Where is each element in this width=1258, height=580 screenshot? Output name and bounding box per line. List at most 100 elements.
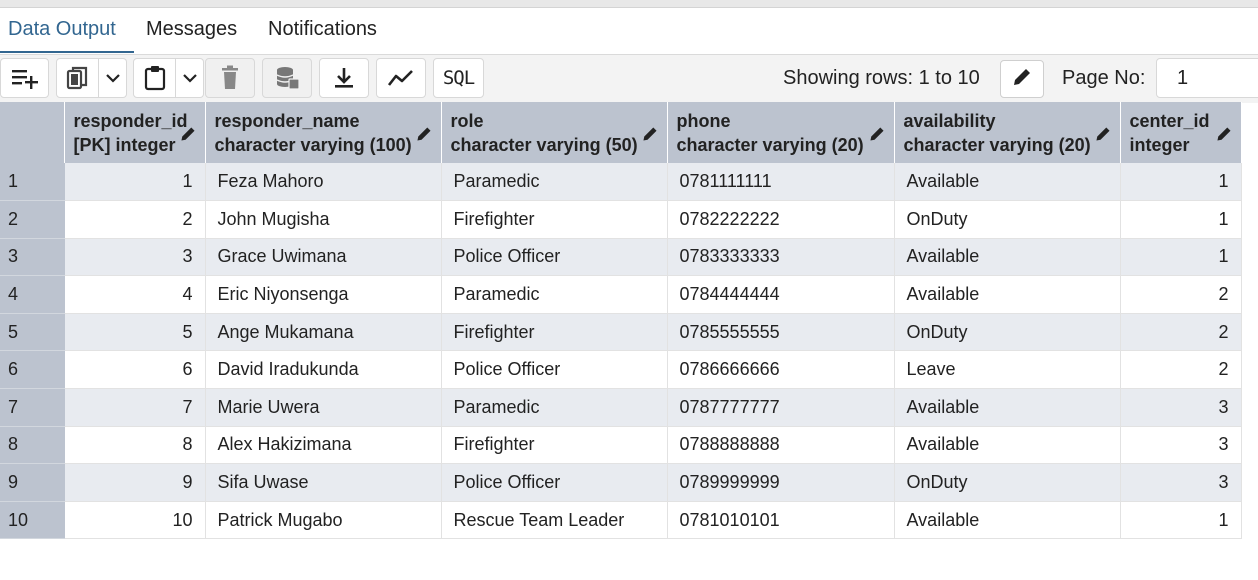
row-number[interactable]: 7: [0, 388, 65, 427]
cell-responder-name[interactable]: Sifa Uwase: [205, 463, 442, 502]
cell-responder-id[interactable]: 10: [64, 501, 206, 540]
row-number[interactable]: 1: [0, 163, 65, 202]
cell-responder-id[interactable]: 4: [64, 275, 206, 314]
cell-role[interactable]: Paramedic: [441, 388, 668, 427]
cell-responder-name[interactable]: Feza Mahoro: [205, 163, 442, 202]
cell-phone[interactable]: 0787777777: [667, 388, 895, 427]
cell-availability[interactable]: OnDuty: [894, 313, 1121, 352]
cell-center-id[interactable]: 2: [1120, 350, 1242, 390]
cell-role[interactable]: Police Officer: [441, 238, 668, 277]
column-header-role[interactable]: role character varying (50): [441, 102, 668, 163]
page-number-input[interactable]: [1156, 58, 1258, 98]
cell-phone[interactable]: 0786666666: [667, 350, 895, 390]
graph-visualiser-button[interactable]: [376, 58, 426, 98]
cell-center-id[interactable]: 2: [1120, 313, 1242, 352]
save-data-button[interactable]: [262, 58, 312, 98]
cell-responder-name[interactable]: Grace Uwimana: [205, 238, 442, 277]
cell-availability[interactable]: OnDuty: [894, 463, 1121, 502]
cell-availability[interactable]: Available: [894, 163, 1121, 202]
cell-responder-name[interactable]: Marie Uwera: [205, 388, 442, 427]
cell-availability[interactable]: Available: [894, 275, 1121, 314]
cell-role[interactable]: Paramedic: [441, 275, 668, 314]
edit-rows-button[interactable]: [1000, 60, 1044, 98]
cell-role[interactable]: Firefighter: [441, 313, 668, 352]
row-number[interactable]: 3: [0, 238, 65, 277]
cell-role[interactable]: Paramedic: [441, 163, 668, 202]
cell-role[interactable]: Firefighter: [441, 426, 668, 465]
cell-responder-id[interactable]: 2: [64, 200, 206, 239]
cell-role[interactable]: Police Officer: [441, 463, 668, 502]
paste-button[interactable]: [133, 58, 176, 98]
cell-availability[interactable]: Available: [894, 388, 1121, 427]
cell-responder-name[interactable]: David Iradukunda: [205, 350, 442, 390]
cell-availability[interactable]: Available: [894, 238, 1121, 277]
cell-phone[interactable]: 0781111111: [667, 163, 895, 202]
row-number[interactable]: 10: [0, 501, 65, 540]
cell-center-id[interactable]: 3: [1120, 463, 1242, 502]
cell-center-id[interactable]: 1: [1120, 238, 1242, 277]
cell-role[interactable]: Rescue Team Leader: [441, 501, 668, 540]
cell-availability[interactable]: Available: [894, 426, 1121, 465]
table-row: 9 9 Sifa Uwase Police Officer 0789999999…: [0, 463, 1242, 502]
pencil-icon[interactable]: [415, 125, 433, 148]
pencil-icon[interactable]: [868, 125, 886, 148]
column-header-availability[interactable]: availability character varying (20): [894, 102, 1121, 163]
cell-responder-id[interactable]: 1: [64, 163, 206, 202]
cell-phone[interactable]: 0788888888: [667, 426, 895, 465]
cell-center-id[interactable]: 1: [1120, 200, 1242, 239]
sql-button[interactable]: SQL: [433, 58, 484, 98]
cell-responder-name[interactable]: Ange Mukamana: [205, 313, 442, 352]
row-number[interactable]: 6: [0, 350, 65, 390]
cell-center-id[interactable]: 1: [1120, 163, 1242, 202]
cell-phone[interactable]: 0789999999: [667, 463, 895, 502]
column-header-responder-name[interactable]: responder_name character varying (100): [205, 102, 442, 163]
delete-button[interactable]: [205, 58, 255, 98]
tab-messages[interactable]: Messages: [146, 18, 237, 41]
cell-availability[interactable]: Leave: [894, 350, 1121, 390]
cell-responder-id[interactable]: 3: [64, 238, 206, 277]
copy-options-dropdown[interactable]: [99, 58, 127, 98]
tab-data-output[interactable]: Data Output: [8, 18, 116, 41]
cell-responder-id[interactable]: 7: [64, 388, 206, 427]
cell-responder-name[interactable]: Patrick Mugabo: [205, 501, 442, 540]
column-header-phone[interactable]: phone character varying (20): [667, 102, 895, 163]
cell-responder-id[interactable]: 5: [64, 313, 206, 352]
pencil-icon[interactable]: [179, 125, 197, 148]
cell-center-id[interactable]: 3: [1120, 426, 1242, 465]
cell-role[interactable]: Police Officer: [441, 350, 668, 390]
column-header-responder-id[interactable]: responder_id [PK] integer: [64, 102, 206, 163]
cell-phone[interactable]: 0782222222: [667, 200, 895, 239]
paste-options-dropdown[interactable]: [176, 58, 204, 98]
cell-responder-name[interactable]: John Mugisha: [205, 200, 442, 239]
row-number[interactable]: 8: [0, 426, 65, 465]
row-number[interactable]: 5: [0, 313, 65, 352]
copy-button[interactable]: [56, 58, 99, 98]
table-row: 5 5 Ange Mukamana Firefighter 0785555555…: [0, 313, 1242, 352]
cell-role[interactable]: Firefighter: [441, 200, 668, 239]
cell-phone[interactable]: 0781010101: [667, 501, 895, 540]
cell-phone[interactable]: 0785555555: [667, 313, 895, 352]
row-number-header[interactable]: [0, 102, 65, 163]
cell-responder-name[interactable]: Alex Hakizimana: [205, 426, 442, 465]
row-number[interactable]: 2: [0, 200, 65, 239]
cell-availability[interactable]: OnDuty: [894, 200, 1121, 239]
cell-responder-id[interactable]: 6: [64, 350, 206, 390]
tab-notifications[interactable]: Notifications: [268, 18, 377, 41]
cell-center-id[interactable]: 2: [1120, 275, 1242, 314]
cell-responder-name[interactable]: Eric Niyonsenga: [205, 275, 442, 314]
column-header-center-id[interactable]: center_id integer: [1120, 102, 1242, 163]
cell-responder-id[interactable]: 8: [64, 426, 206, 465]
cell-phone[interactable]: 0783333333: [667, 238, 895, 277]
cell-center-id[interactable]: 3: [1120, 388, 1242, 427]
pencil-icon[interactable]: [1094, 125, 1112, 148]
cell-phone[interactable]: 0784444444: [667, 275, 895, 314]
pencil-icon[interactable]: [1215, 125, 1233, 148]
cell-responder-id[interactable]: 9: [64, 463, 206, 502]
cell-availability[interactable]: Available: [894, 501, 1121, 540]
pencil-icon[interactable]: [641, 125, 659, 148]
row-number[interactable]: 9: [0, 463, 65, 502]
row-number[interactable]: 4: [0, 275, 65, 314]
cell-center-id[interactable]: 1: [1120, 501, 1242, 540]
download-button[interactable]: [319, 58, 369, 98]
add-row-button[interactable]: [0, 58, 49, 98]
